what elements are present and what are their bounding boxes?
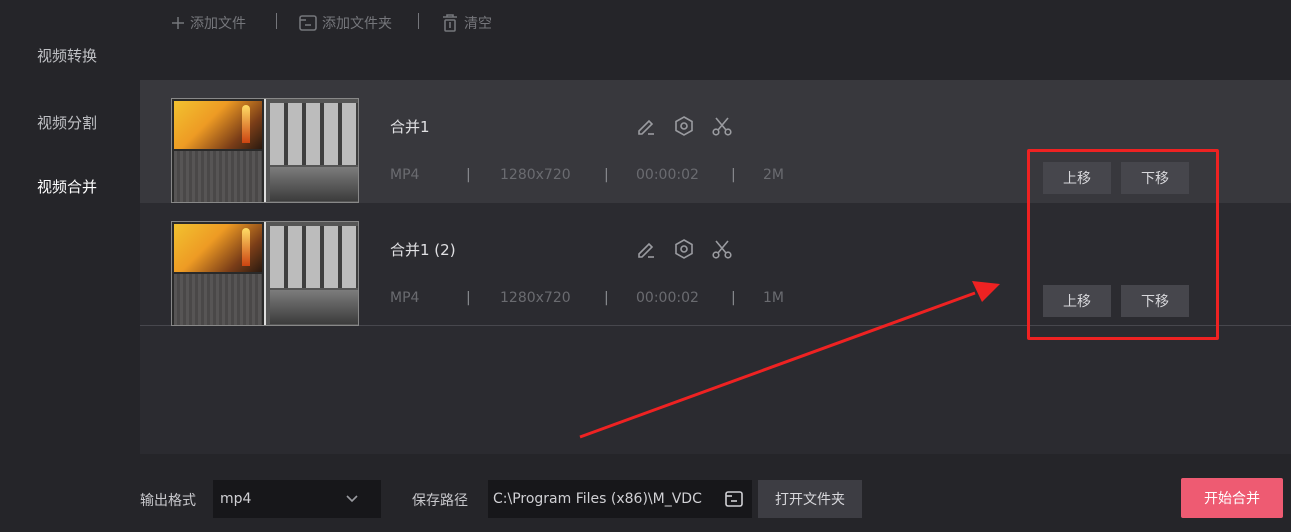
file-format: MP4 [390, 167, 420, 183]
trash-icon [443, 14, 457, 32]
meta-divider: | [466, 167, 471, 183]
add-folder-label: 添加文件夹 [322, 16, 392, 32]
file-duration: 00:00:02 [636, 290, 699, 306]
add-file-button[interactable]: 添加文件 [170, 11, 246, 35]
gear-hexagon-icon[interactable] [672, 237, 696, 261]
video-thumbnail [171, 221, 359, 326]
gear-hexagon-icon[interactable] [672, 114, 696, 138]
save-path-value: C:\Program Files (x86)\M_VDC [493, 491, 702, 507]
save-path-field[interactable]: C:\Program Files (x86)\M_VDC [488, 480, 752, 518]
meta-divider: | [731, 290, 736, 306]
toolbar-divider [276, 13, 277, 29]
meta-divider: | [604, 290, 609, 306]
video-thumbnail [171, 98, 359, 203]
clear-button[interactable]: 清空 [440, 11, 492, 35]
folder-icon [299, 15, 317, 31]
scissors-icon[interactable] [710, 114, 734, 138]
file-format: MP4 [390, 290, 420, 306]
file-size: 2M [763, 167, 784, 183]
list-item[interactable]: 合并1 MP4 | 1280x720 | 00:00:02 | 2M 上移 下移 [140, 80, 1291, 203]
pencil-icon[interactable] [634, 114, 658, 138]
output-format-value: mp4 [220, 491, 252, 507]
sidebar: 视频转换 视频分割 视频合并 [0, 0, 140, 532]
list-item[interactable]: 合并1 (2) MP4 | 1280x720 | 00:00:02 | 1M 上… [140, 203, 1291, 326]
file-name: 合并1 (2) [390, 241, 456, 259]
chevron-down-icon [346, 495, 358, 503]
move-up-button[interactable]: 上移 [1043, 162, 1111, 194]
sidebar-item-video-convert[interactable]: 视频转换 [37, 45, 97, 66]
meta-divider: | [604, 167, 609, 183]
move-down-button[interactable]: 下移 [1121, 285, 1189, 317]
folder-icon[interactable] [724, 490, 744, 508]
sidebar-item-video-merge[interactable]: 视频合并 [37, 176, 97, 197]
clear-label: 清空 [464, 16, 492, 32]
plus-icon [172, 17, 184, 29]
meta-divider: | [466, 290, 471, 306]
output-format-label: 输出格式 [140, 493, 196, 509]
scissors-icon[interactable] [710, 237, 734, 261]
toolbar-divider [418, 13, 419, 29]
file-name: 合并1 [390, 118, 430, 136]
start-merge-button[interactable]: 开始合并 [1181, 478, 1283, 518]
output-format-select[interactable]: mp4 [213, 480, 381, 518]
file-duration: 00:00:02 [636, 167, 699, 183]
open-folder-button[interactable]: 打开文件夹 [758, 480, 862, 518]
file-list: 合并1 MP4 | 1280x720 | 00:00:02 | 2M 上移 下移… [140, 80, 1291, 454]
move-up-button[interactable]: 上移 [1043, 285, 1111, 317]
pencil-icon[interactable] [634, 237, 658, 261]
file-resolution: 1280x720 [500, 167, 571, 183]
toolbar: 添加文件 添加文件夹 清空 [140, 0, 1291, 80]
add-folder-button[interactable]: 添加文件夹 [298, 11, 392, 35]
file-resolution: 1280x720 [500, 290, 571, 306]
file-size: 1M [763, 290, 784, 306]
meta-divider: | [731, 167, 736, 183]
add-file-label: 添加文件 [190, 16, 246, 32]
move-down-button[interactable]: 下移 [1121, 162, 1189, 194]
save-path-label: 保存路径 [412, 493, 468, 509]
sidebar-item-video-split[interactable]: 视频分割 [37, 112, 97, 133]
